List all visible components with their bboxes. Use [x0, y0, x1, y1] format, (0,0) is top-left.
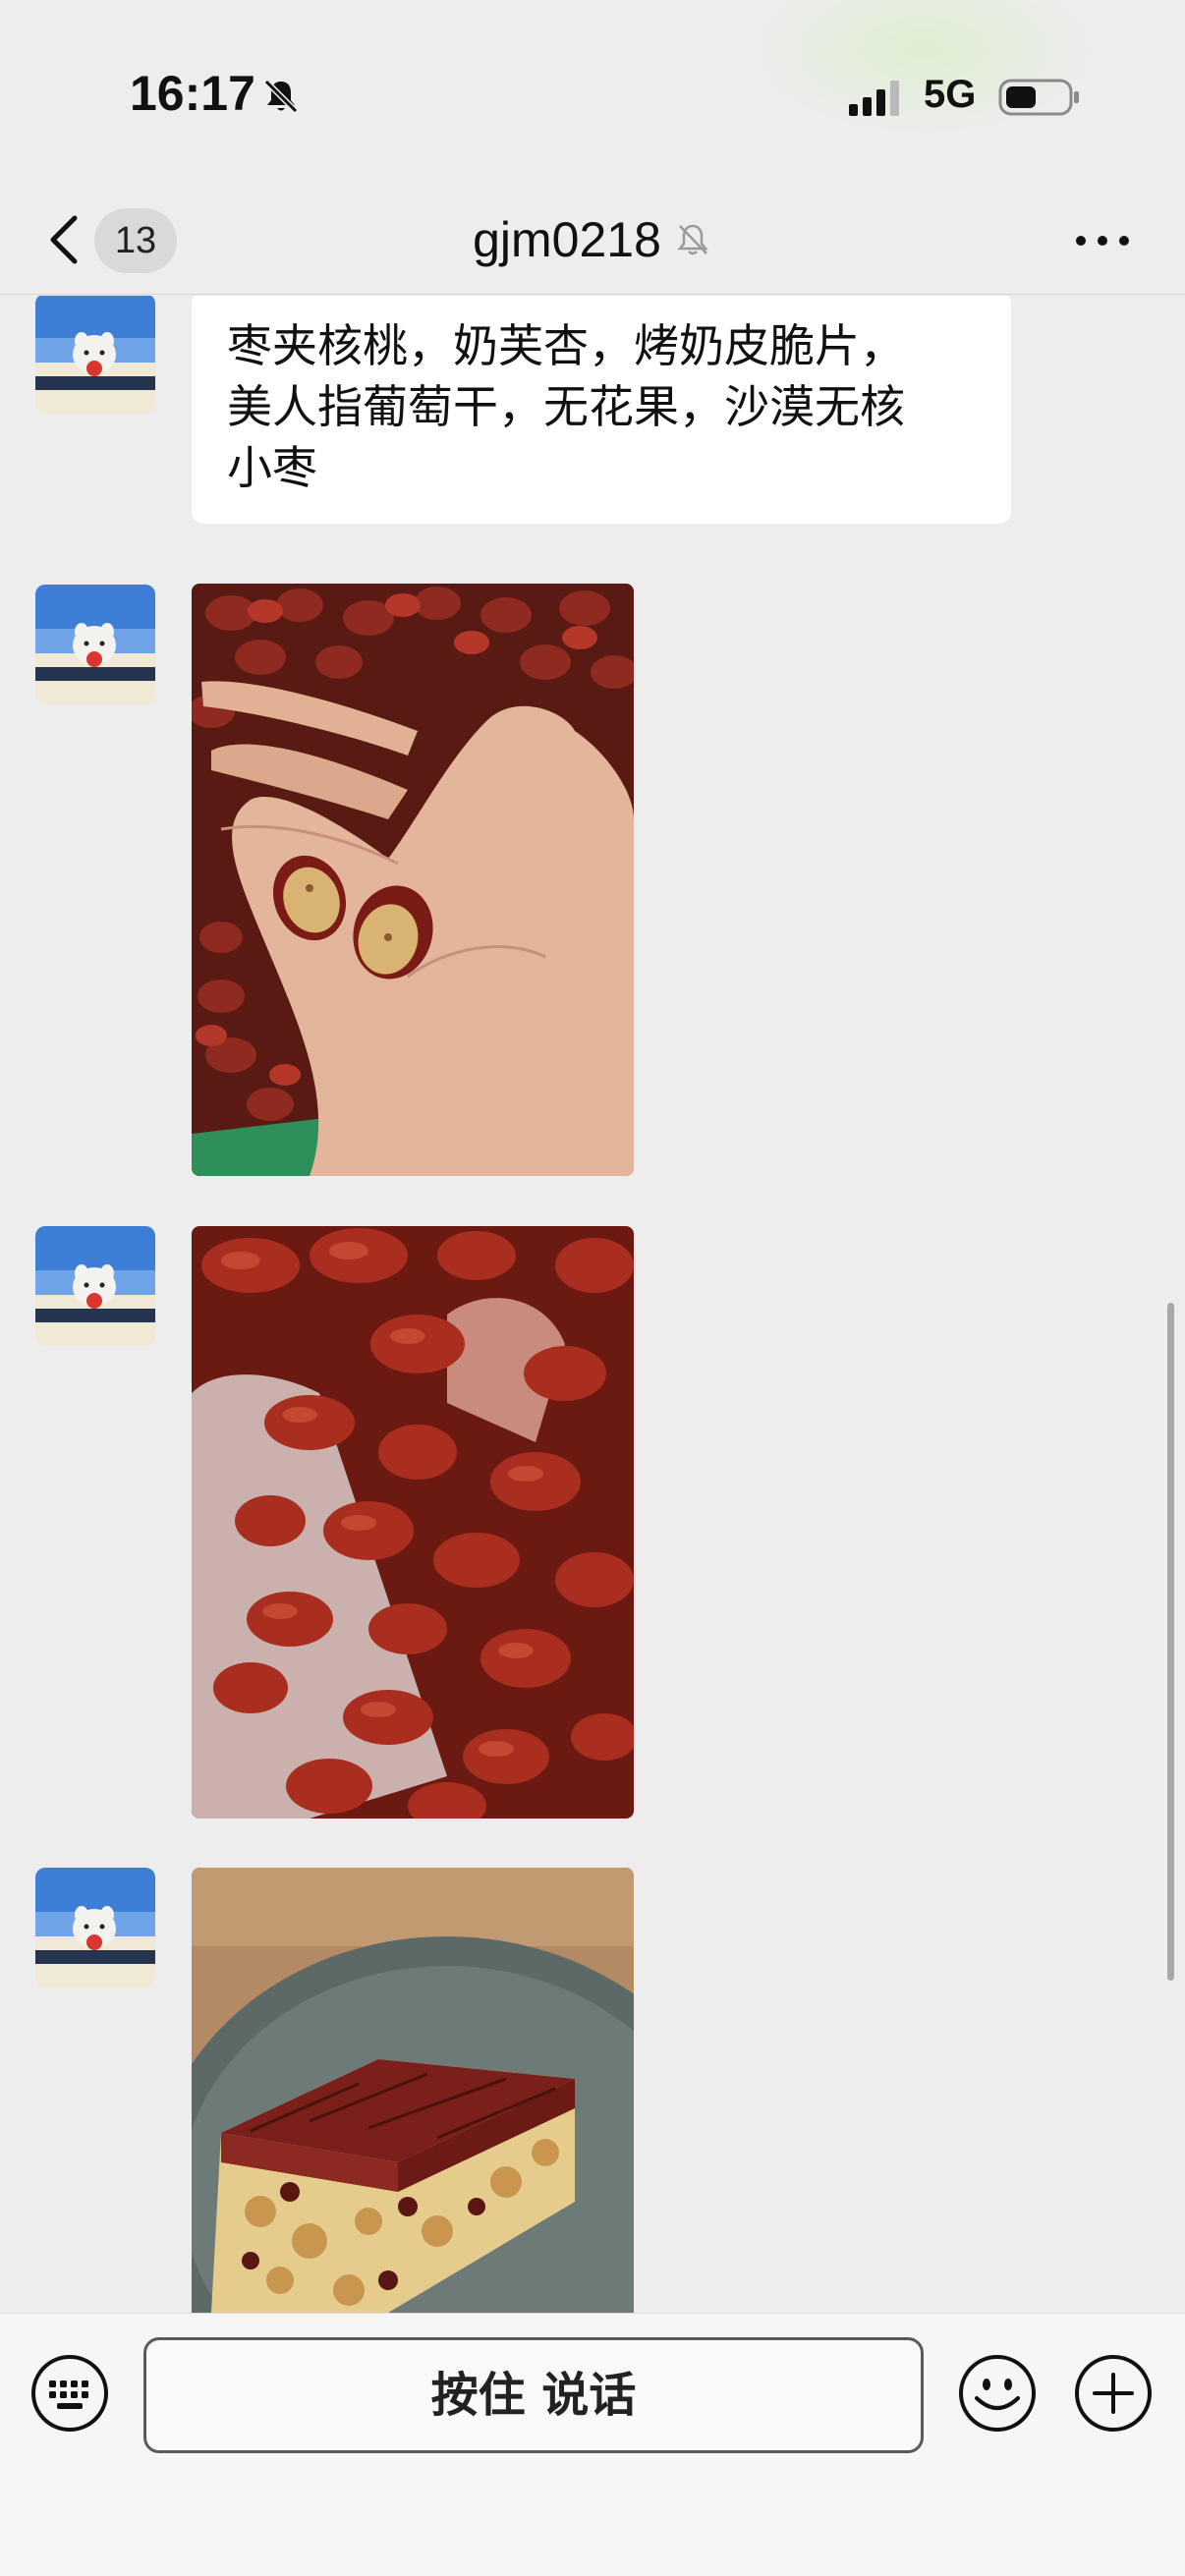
emoji-icon[interactable]	[957, 2353, 1038, 2434]
sender-avatar[interactable]	[35, 1868, 155, 1988]
hand-holding-red-dates-photo[interactable]	[192, 1226, 634, 1819]
message-bubble[interactable]: 枣夹核桃，奶芙杏，烤奶皮脆片， 美人指葡萄干，无花果，沙漠无核 小枣	[192, 296, 1011, 524]
date-walnut-cake-photo[interactable]	[192, 1868, 634, 2313]
chevron-left-icon	[50, 215, 78, 264]
hold-to-talk-button[interactable]: 按住 说话	[143, 2337, 924, 2453]
hand-holding-split-red-date-photo[interactable]	[192, 584, 634, 1176]
battery-icon	[998, 79, 1079, 116]
message-text-line: 美人指葡萄干，无花果，沙漠无核	[227, 380, 905, 433]
sender-avatar[interactable]	[35, 1226, 155, 1346]
message-list[interactable]: 枣夹核桃，奶芙杏，烤奶皮脆片， 美人指葡萄干，无花果，沙漠无核 小枣	[0, 296, 1185, 2313]
status-time: 16:17	[130, 66, 255, 121]
scrollbar[interactable]	[1167, 1303, 1174, 1981]
plus-icon[interactable]	[1073, 2353, 1154, 2434]
message-text-line: 枣夹核桃，奶芙杏，烤奶皮脆片，	[227, 319, 905, 372]
bell-slash-icon	[263, 79, 299, 114]
status-bar: 16:17 5G	[0, 0, 1185, 187]
chat-title[interactable]: gjm0218	[473, 200, 661, 279]
sender-avatar[interactable]	[35, 296, 155, 414]
sender-avatar[interactable]	[35, 585, 155, 704]
unread-count-badge: 13	[94, 208, 177, 273]
more-icon[interactable]	[1071, 216, 1134, 265]
back-button[interactable]: 13	[39, 200, 187, 279]
message-text-line: 小枣	[227, 441, 317, 494]
signal-icon	[849, 81, 899, 116]
input-bar: 按住 说话	[0, 2313, 1185, 2576]
keyboard-icon[interactable]	[29, 2353, 110, 2434]
network-label: 5G	[924, 73, 977, 116]
muted-bell-icon	[677, 224, 708, 255]
chat-header: gjm0218 13	[0, 187, 1185, 295]
